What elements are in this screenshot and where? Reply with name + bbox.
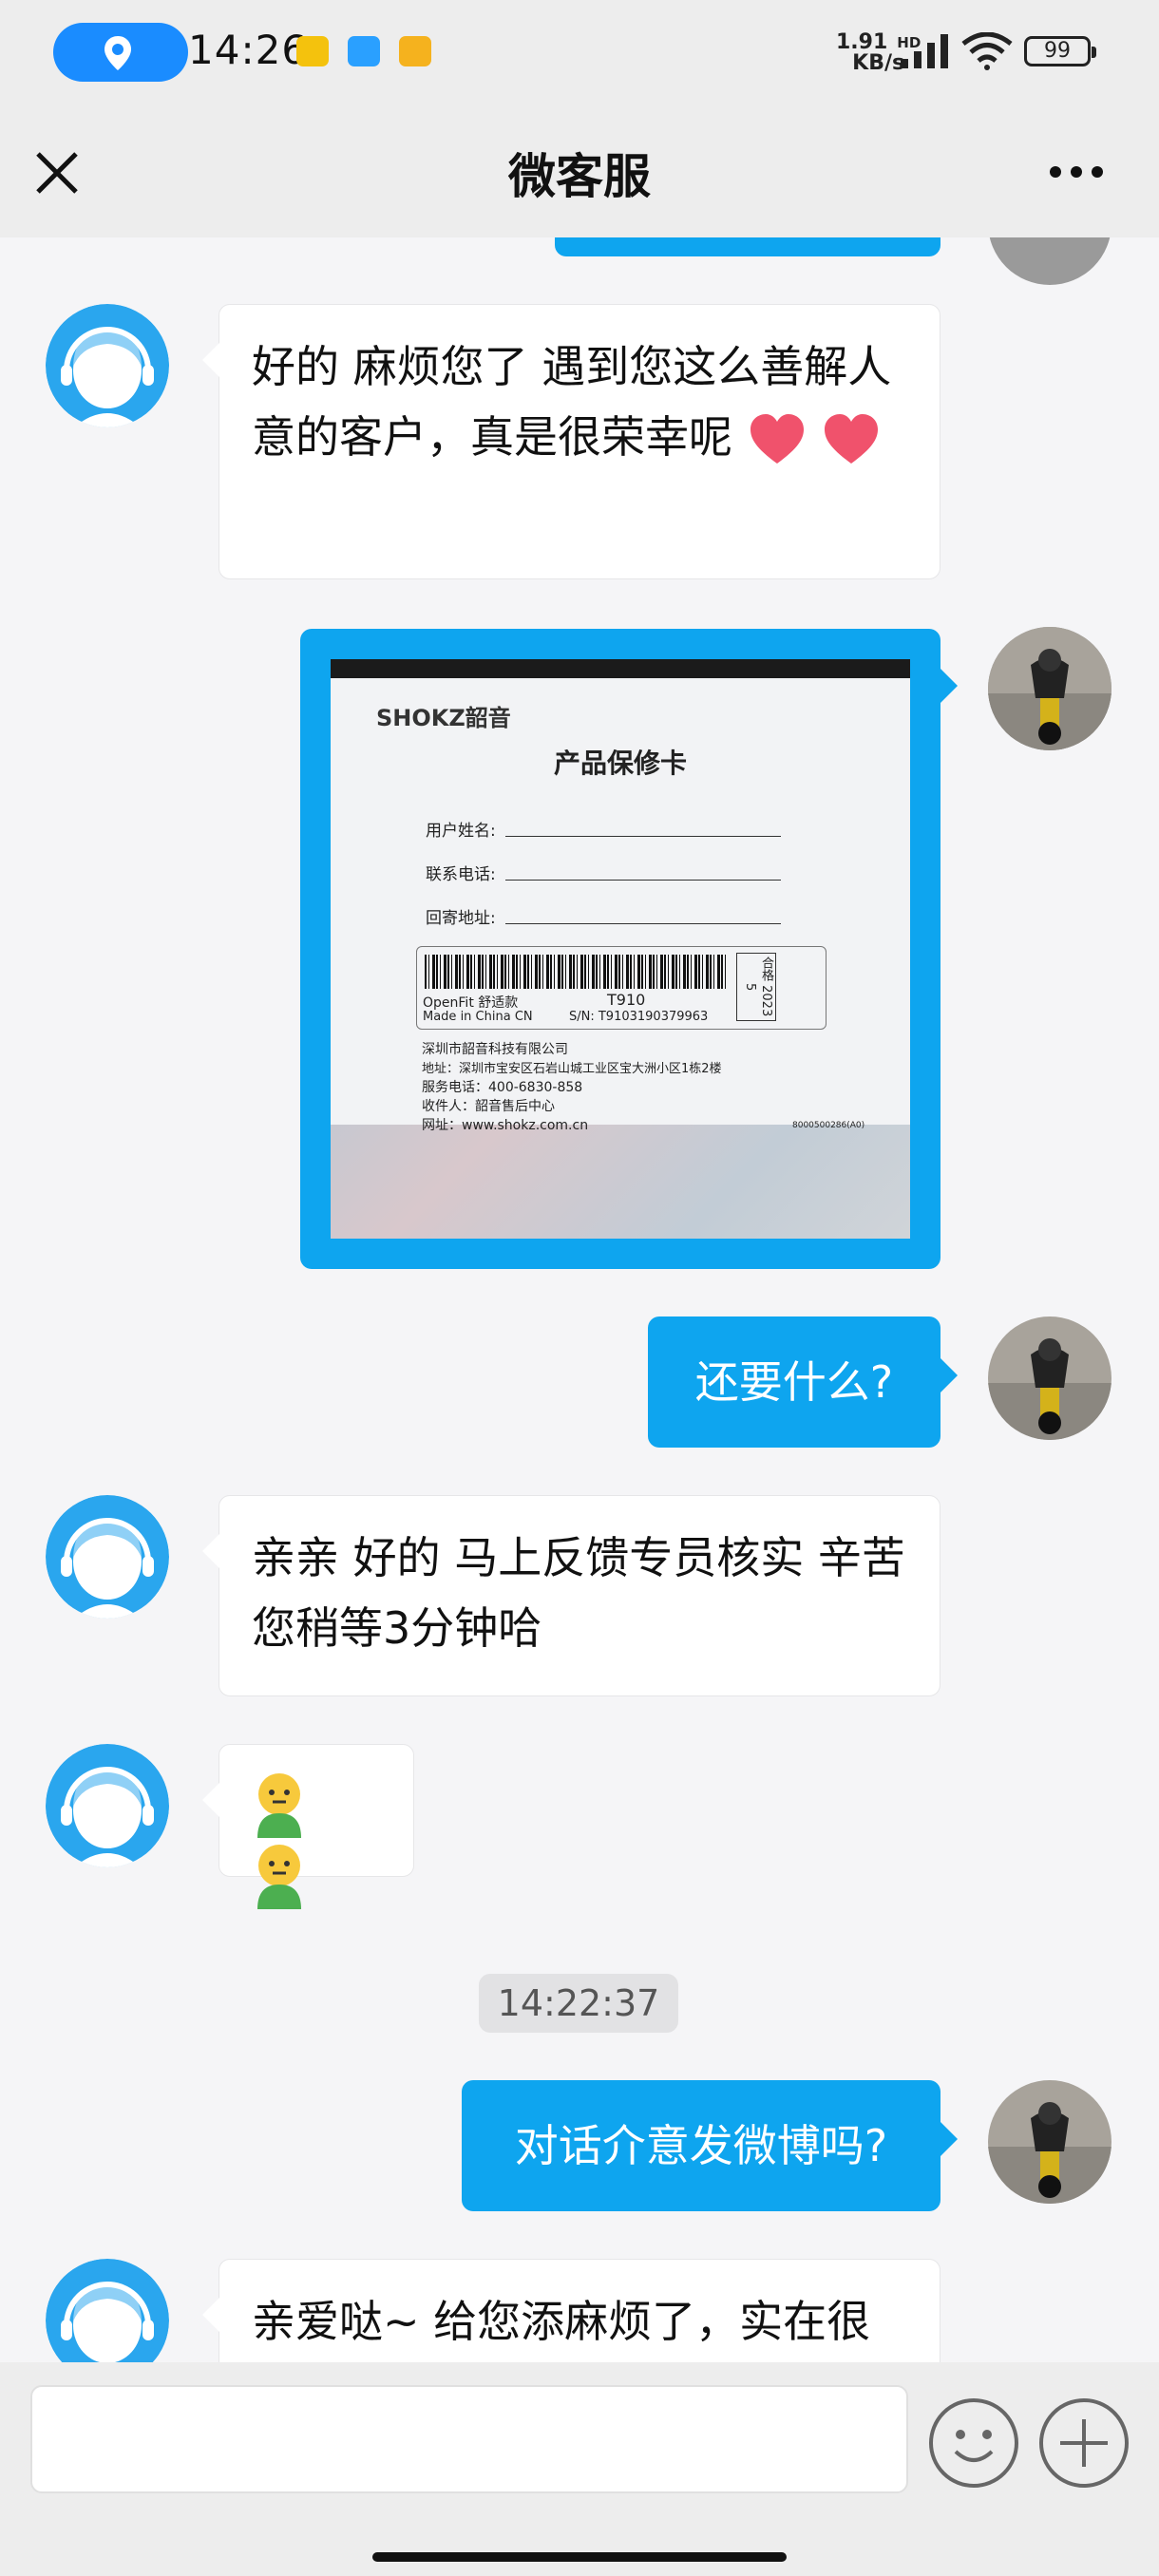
- add-attachment-icon[interactable]: [1037, 2396, 1130, 2490]
- motorcycle-avatar-icon: [988, 627, 1112, 750]
- more-options-icon[interactable]: [1045, 158, 1112, 186]
- message-bubble-incoming[interactable]: 好的 麻烦您了 遇到您这么善解人意的客户，真是很荣幸呢: [202, 304, 940, 579]
- card-origin: Made in China CN: [423, 1010, 533, 1024]
- message-text: 亲爱哒~ 给您添麻烦了，实在很: [252, 2296, 871, 2347]
- emoji-button-icon[interactable]: [927, 2396, 1020, 2490]
- service-avatar[interactable]: [46, 2259, 169, 2362]
- service-avatar[interactable]: [46, 1744, 169, 1867]
- customer-service-avatar-icon: [46, 2259, 169, 2362]
- net-speed-value: 1.91: [836, 30, 888, 54]
- customer-service-avatar-icon: [46, 304, 169, 427]
- heart-emoji-icon: [750, 413, 804, 464]
- location-indicator[interactable]: [53, 23, 188, 82]
- message-text: 还要什么?: [694, 1356, 894, 1408]
- user-avatar[interactable]: [988, 627, 1112, 750]
- barcode: [425, 955, 729, 989]
- card-address: 地址：深圳市宝安区石岩山城工业区宝大洲小区1栋2楼: [422, 1062, 722, 1076]
- card-company: 深圳市韶音科技有限公司: [422, 1042, 568, 1057]
- card-receiver: 收件人：韶音售后中心: [422, 1099, 555, 1114]
- motorcycle-avatar-icon: [988, 2080, 1112, 2204]
- app-header: 微客服: [0, 104, 1159, 237]
- message-input-bar: [0, 2362, 1159, 2576]
- card-model: T910: [607, 991, 646, 1009]
- location-pin-icon: [104, 36, 131, 70]
- service-avatar[interactable]: [46, 1495, 169, 1619]
- page-title: 微客服: [508, 149, 651, 204]
- message-bubble-incoming-emoji[interactable]: [202, 1744, 414, 1909]
- message-input[interactable]: [30, 2385, 908, 2493]
- card-service-phone: 服务电话：400-6830-858: [422, 1080, 583, 1095]
- card-serial: S/N: T9103190379963: [569, 1010, 709, 1024]
- clock: 14:26: [188, 27, 309, 73]
- mail-icon: [399, 36, 431, 66]
- message-bubble-outgoing[interactable]: 对话介意发微博吗?: [462, 2080, 958, 2211]
- barcode-label: OpenFit 舒适款 T910 Made in China CN S/N: T…: [416, 946, 826, 1030]
- customer-service-avatar-icon: [46, 1495, 169, 1619]
- status-bar: 14:26 1.91 HD KB/s 99: [0, 0, 1159, 104]
- app-notification-icon: [296, 36, 329, 66]
- warranty-card-photo[interactable]: SHOKZ韶音 产品保修卡 用户姓名: 联系电话: 回寄地址: OpenFit …: [331, 659, 910, 1239]
- card-stamp: 合格 2023 5: [736, 953, 776, 1021]
- message-bubble-outgoing[interactable]: 还要什么?: [648, 1316, 958, 1448]
- card-code: 8000500286(A0): [792, 1121, 865, 1130]
- card-field-name: 用户姓名:: [426, 822, 496, 841]
- user-avatar[interactable]: [988, 1316, 1112, 1440]
- card-field-phone: 联系电话:: [426, 865, 496, 884]
- cloud-icon: [348, 36, 380, 66]
- service-avatar[interactable]: [46, 304, 169, 427]
- shy-emoji-icon: [257, 1845, 301, 1909]
- wifi-icon: [961, 32, 1013, 70]
- message-image-outgoing[interactable]: SHOKZ韶音 产品保修卡 用户姓名: 联系电话: 回寄地址: OpenFit …: [300, 629, 958, 1269]
- message-bubble-incoming[interactable]: 亲亲 好的 马上反馈专员核实 辛苦您稍等3分钟哈: [202, 1495, 940, 1696]
- message-text: 亲亲 好的 马上反馈专员核实 辛苦您稍等3分钟哈: [252, 1532, 905, 1654]
- customer-service-avatar-icon: [46, 1744, 169, 1867]
- heart-emoji-icon: [825, 413, 879, 464]
- card-title: 产品保修卡: [553, 748, 687, 779]
- battery-indicator: 99: [1024, 36, 1096, 66]
- message-bubble-incoming[interactable]: 亲爱哒~ 给您添麻烦了，实在很: [202, 2259, 940, 2362]
- user-avatar[interactable]: [988, 237, 1112, 285]
- card-product: OpenFit 舒适款: [423, 995, 519, 1011]
- card-website: 网址：www.shokz.com.cn: [422, 1118, 589, 1133]
- card-brand: SHOKZ韶音: [376, 705, 511, 731]
- chat-message-list[interactable]: 好的 麻烦您了 遇到您这么善解人意的客户，真是很荣幸呢 SHOKZ韶音 产品保修…: [0, 237, 1159, 2362]
- user-avatar[interactable]: [988, 2080, 1112, 2204]
- cellular-signal-icon: [901, 34, 948, 68]
- shy-emoji-icon: [257, 1772, 301, 1838]
- message-text: 对话介意发微博吗?: [514, 2120, 888, 2171]
- warranty-card: SHOKZ韶音 产品保修卡 用户姓名: 联系电话: 回寄地址: OpenFit …: [331, 659, 910, 1133]
- motorcycle-avatar-icon: [988, 1316, 1112, 1440]
- message-bubble-outgoing-partial: [555, 237, 940, 256]
- home-indicator[interactable]: [372, 2552, 787, 2562]
- timestamp-label: 14:22:37: [479, 1974, 678, 2033]
- card-field-address: 回寄地址:: [426, 909, 496, 928]
